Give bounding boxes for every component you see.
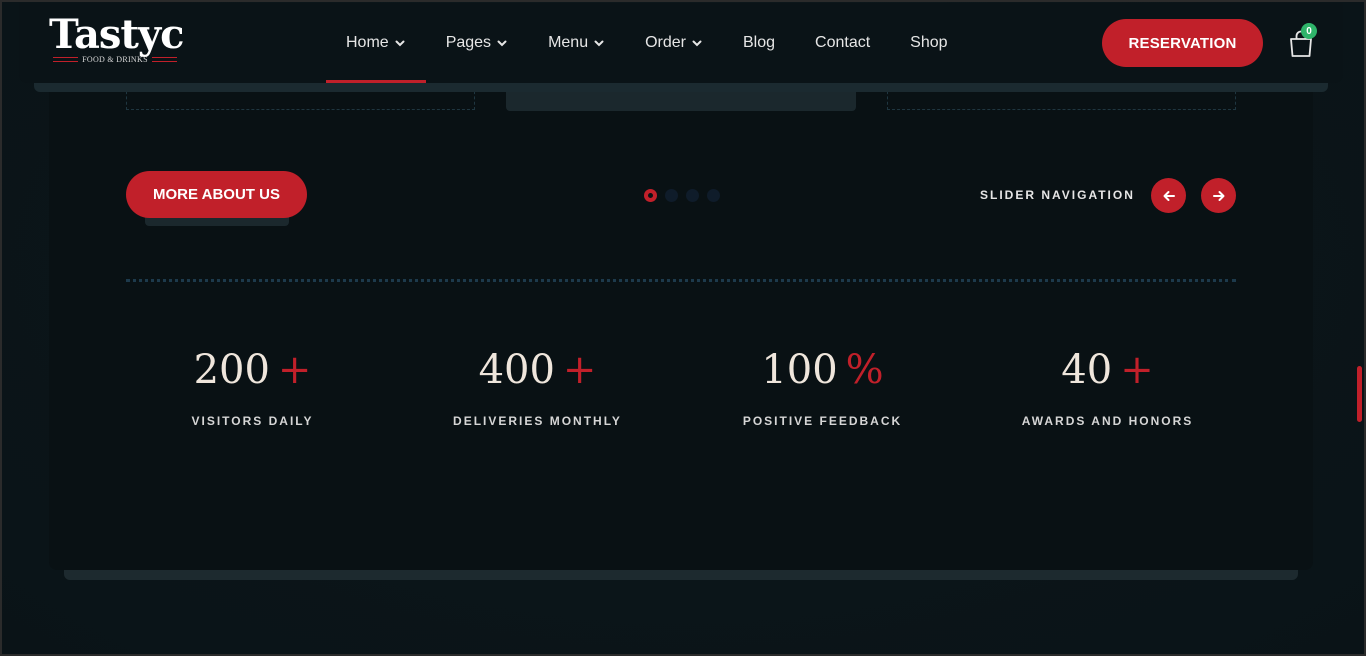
nav-item-menu[interactable]: Menu xyxy=(528,3,625,83)
stat-awards: 40 + AWARDS AND HONORS xyxy=(965,340,1250,428)
slider-next-button[interactable] xyxy=(1201,178,1236,213)
nav-item-order[interactable]: Order xyxy=(625,3,723,83)
cart-button[interactable]: 0 xyxy=(1288,23,1322,59)
nav-item-label: Blog xyxy=(743,34,776,51)
pagination-dot-3[interactable] xyxy=(686,189,699,202)
stat-label: VISITORS DAILY xyxy=(191,414,314,428)
pagination-dot-4[interactable] xyxy=(707,189,720,202)
nav-item-label: Home xyxy=(346,34,389,51)
main-nav: Home Pages Menu Order Blog Contact Shop xyxy=(326,3,968,83)
stat-value: 200 xyxy=(193,347,270,393)
nav-item-home[interactable]: Home xyxy=(326,3,426,83)
stat-deliveries: 400 + DELIVERIES MONTHLY xyxy=(395,340,680,428)
logo-tagline: FOOD & DRINKS xyxy=(82,55,148,64)
stat-number: 40 + xyxy=(965,340,1250,400)
stat-suffix: + xyxy=(1120,347,1154,393)
site-header: Tastyc FOOD & DRINKS Home Pages Menu Ord… xyxy=(19,3,1343,83)
stat-feedback: 100% POSITIVE FEEDBACK xyxy=(680,340,965,428)
stat-value: 100 xyxy=(761,347,838,393)
stat-suffix: + xyxy=(277,347,312,393)
stat-value: 400 xyxy=(478,347,555,393)
stat-number: 400 + xyxy=(395,340,680,400)
nav-item-pages[interactable]: Pages xyxy=(426,3,528,83)
nav-item-label: Menu xyxy=(548,34,589,51)
site-logo[interactable]: Tastyc FOOD & DRINKS xyxy=(49,11,184,73)
stat-visitors: 200 + VISITORS DAILY xyxy=(110,340,395,428)
stat-label: AWARDS AND HONORS xyxy=(1021,414,1194,428)
nav-item-contact[interactable]: Contact xyxy=(795,3,890,83)
logo-rule-right xyxy=(151,57,177,62)
scrollbar-thumb[interactable] xyxy=(1357,366,1362,422)
stat-number: 100% xyxy=(680,340,965,400)
slider-navigation-label: SLIDER NAVIGATION xyxy=(980,188,1135,202)
arrow-right-icon xyxy=(1212,190,1224,201)
slider-pagination xyxy=(644,189,720,202)
stats-row: 200 + VISITORS DAILY 400 + DELIVERIES MONT… xyxy=(110,340,1250,440)
slider-prev-button[interactable] xyxy=(1151,178,1186,213)
arrow-left-icon xyxy=(1163,190,1175,201)
stat-suffix: % xyxy=(845,347,884,393)
logo-rule-left xyxy=(53,57,79,62)
section-divider xyxy=(126,279,1236,282)
stat-suffix: + xyxy=(562,347,597,393)
nav-item-label: Contact xyxy=(815,34,871,51)
stat-label: DELIVERIES MONTHLY xyxy=(453,414,622,428)
reservation-button[interactable]: RESERVATION xyxy=(1102,19,1263,67)
nav-item-label: Order xyxy=(645,34,686,51)
cart-count-badge: 0 xyxy=(1301,23,1317,39)
chevron-down-icon xyxy=(594,40,604,47)
about-section-card xyxy=(49,70,1313,570)
chevron-down-icon xyxy=(395,40,405,47)
stat-label: POSITIVE FEEDBACK xyxy=(742,414,903,428)
nav-item-label: Shop xyxy=(910,34,948,51)
stat-value: 40 xyxy=(1061,347,1113,393)
pagination-dot-1[interactable] xyxy=(644,189,657,202)
pagination-dot-2[interactable] xyxy=(665,189,678,202)
nav-item-blog[interactable]: Blog xyxy=(723,3,795,83)
chevron-down-icon xyxy=(692,40,702,47)
nav-item-shop[interactable]: Shop xyxy=(890,3,967,83)
chevron-down-icon xyxy=(497,40,507,47)
logo-tagline-row: FOOD & DRINKS xyxy=(49,55,181,64)
stat-number: 200 + xyxy=(110,340,395,400)
logo-wordmark: Tastyc xyxy=(49,11,184,58)
more-about-us-button[interactable]: MORE ABOUT US xyxy=(126,171,307,218)
nav-item-label: Pages xyxy=(445,34,492,51)
